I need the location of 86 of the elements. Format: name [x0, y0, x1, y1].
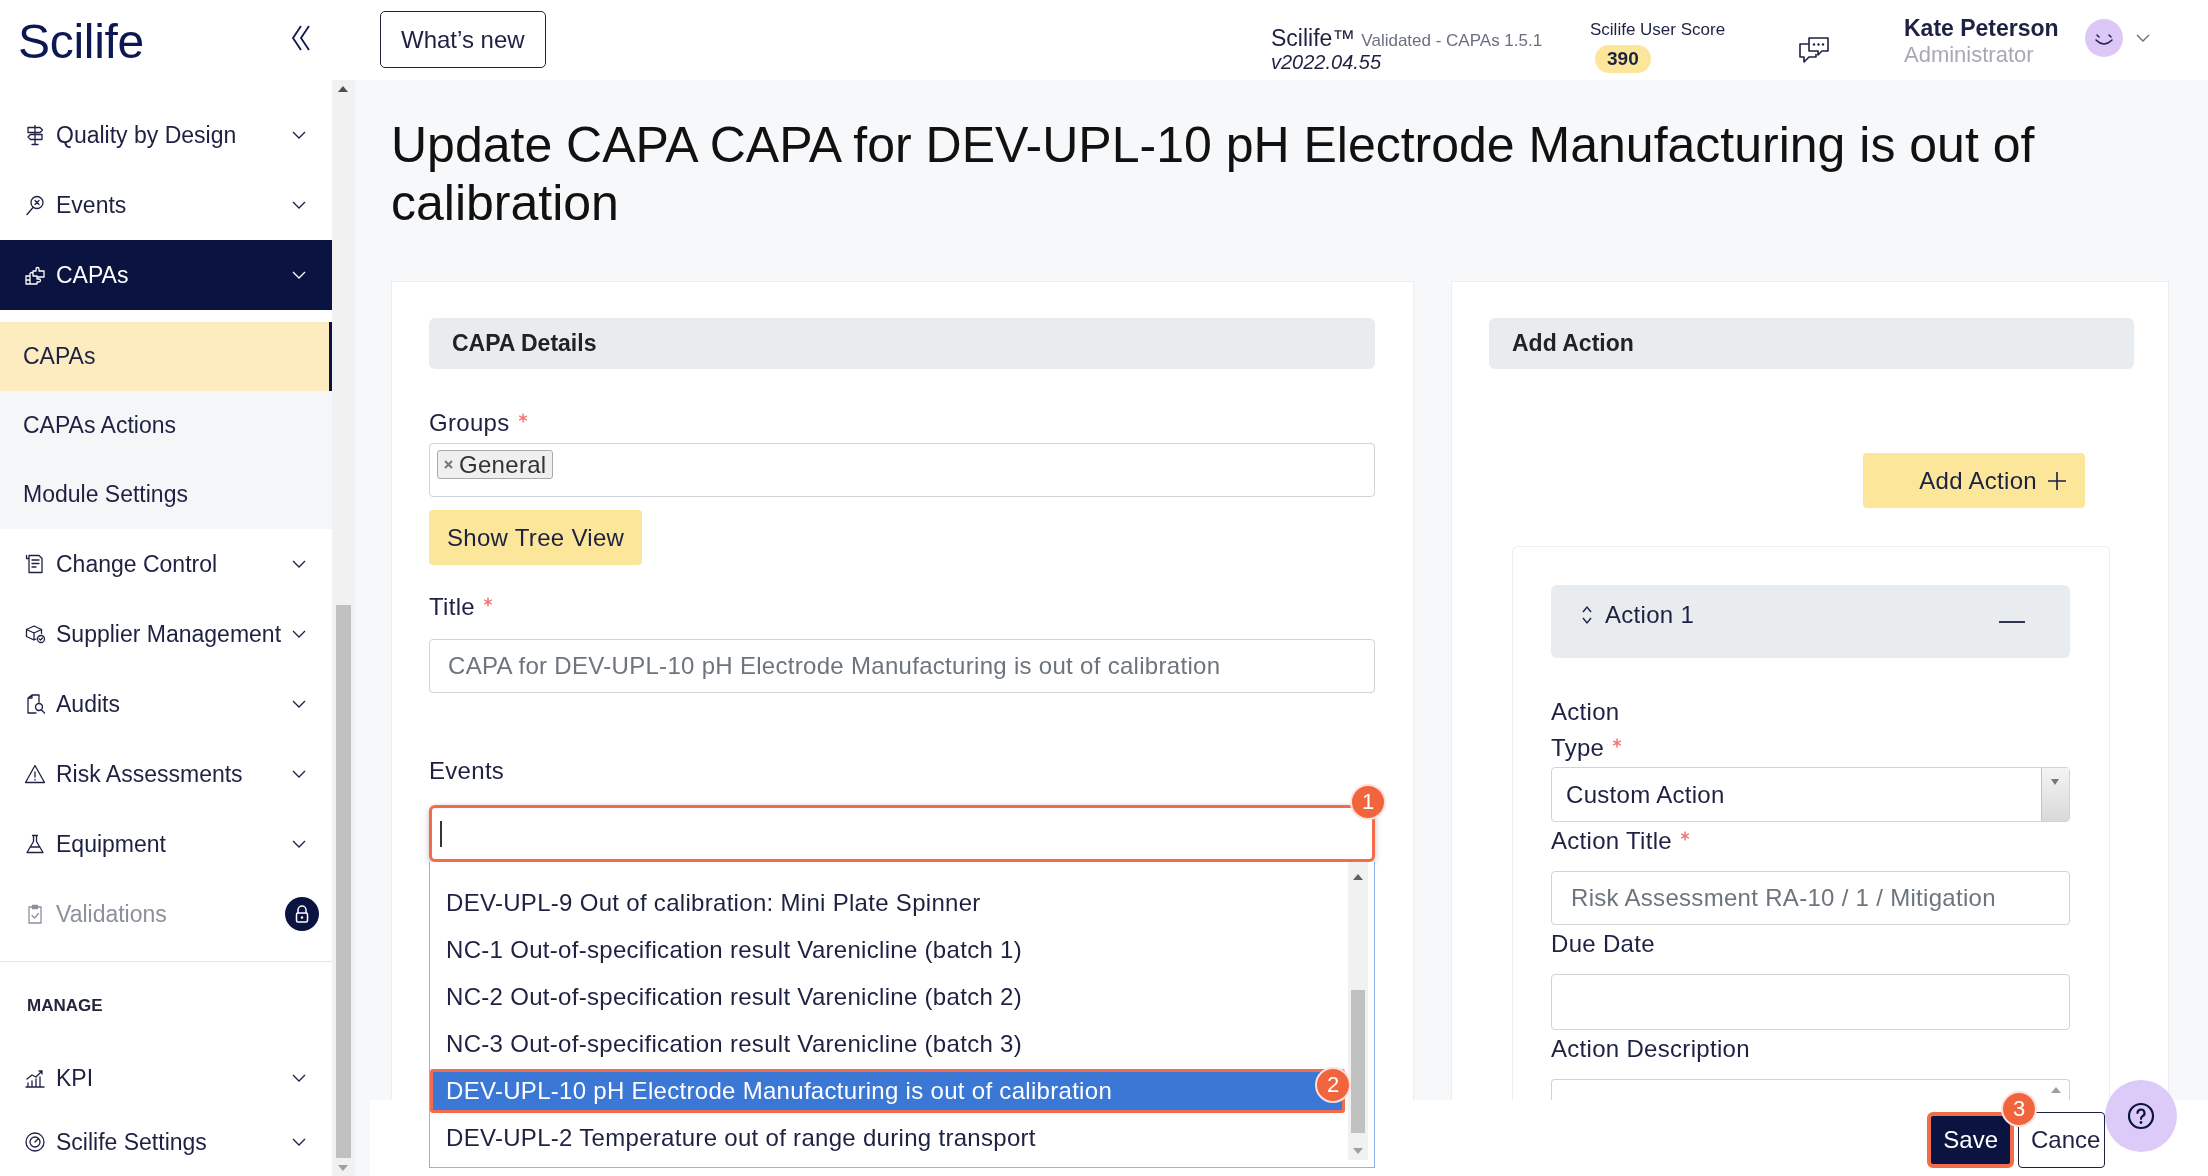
- required-asterisk-icon: [482, 597, 493, 607]
- document-icon: [24, 553, 46, 575]
- required-asterisk-icon: [1680, 831, 1690, 841]
- sidebar-item[interactable]: CAPAs: [0, 240, 332, 310]
- user-role: Administrator: [1904, 42, 2035, 68]
- product-edition: Validated - CAPAs 1.5.1: [1361, 31, 1543, 51]
- map-pin-icon: [24, 194, 46, 216]
- signpost-icon: [24, 124, 46, 146]
- field-label: Action Title: [1551, 828, 1672, 854]
- collapse-sidebar-icon[interactable]: [291, 24, 311, 52]
- section-heading: MANAGE: [26, 995, 104, 1016]
- select-field[interactable]: Custom Action: [1551, 767, 2070, 822]
- chevron-down-icon[interactable]: [292, 769, 306, 779]
- puzzle-icon: [24, 264, 46, 286]
- chat-icon[interactable]: [1798, 36, 1830, 64]
- document-search-icon: [24, 693, 46, 715]
- sidebar-item[interactable]: KPI: [0, 1046, 332, 1110]
- dropdown-option[interactable]: NC-1 Out-of-specification result Varenicline (batch 1): [430, 928, 1345, 972]
- warning-icon: [24, 763, 46, 785]
- user-name: Kate Peterson: [1904, 14, 2060, 42]
- tags-field[interactable]: General: [429, 443, 1375, 497]
- required-asterisk-icon: [517, 413, 528, 423]
- sidebar-item[interactable]: Risk Assessments: [0, 739, 332, 809]
- tag-chip[interactable]: General: [437, 450, 554, 479]
- sidebar-item[interactable]: Supplier Management: [0, 599, 332, 669]
- gauge-icon: [24, 1131, 46, 1153]
- text-cursor-icon: [440, 820, 442, 847]
- sidebar-item[interactable]: Equipment: [0, 809, 332, 879]
- sidebar-item[interactable]: Scilife Settings: [0, 1110, 332, 1174]
- group-label: Action: [1551, 699, 1620, 725]
- chevron-down-icon[interactable]: [292, 1073, 306, 1083]
- chevron-down-icon[interactable]: [292, 559, 306, 569]
- date-field[interactable]: [1551, 974, 2070, 1030]
- field-label: Due Date: [1551, 931, 1655, 957]
- sidebar-subitem[interactable]: CAPAs: [0, 322, 332, 391]
- dropdown-option[interactable]: DEV-UPL-9 Out of calibration: Mini Plate Spinner: [430, 881, 1345, 925]
- chevron-down-icon[interactable]: [292, 699, 306, 709]
- sidebar-item[interactable]: Events: [0, 170, 332, 240]
- accordion-header[interactable]: Action 1: [1551, 585, 2070, 658]
- scrollbar-thumb[interactable]: [336, 605, 351, 1158]
- bar-chart-icon: [24, 1067, 46, 1089]
- sidebar-subitem[interactable]: Module Settings: [0, 460, 332, 529]
- add-action-button[interactable]: Add Action: [1863, 453, 2085, 508]
- chevron-down-icon[interactable]: [292, 629, 306, 639]
- flask-icon: [24, 833, 46, 855]
- package-icon: [24, 623, 46, 645]
- section-header: Add Action: [1489, 318, 2134, 369]
- whats-new-button[interactable]: What’s new: [380, 11, 546, 68]
- sort-icon: [1581, 604, 1593, 626]
- lock-icon: [285, 897, 319, 931]
- caret-down-icon[interactable]: [2136, 34, 2150, 43]
- chevron-down-icon[interactable]: [292, 1137, 306, 1147]
- caret-down-icon: [2041, 768, 2069, 821]
- chevron-down-icon[interactable]: [292, 130, 306, 140]
- field-label: Events: [429, 758, 505, 784]
- save-button[interactable]: Save: [1927, 1112, 2014, 1168]
- sidebar-item[interactable]: Quality by Design: [0, 100, 332, 170]
- field-label: Groups: [429, 410, 510, 436]
- scroll-up-icon[interactable]: [338, 86, 348, 92]
- sidebar-item[interactable]: Audits: [0, 669, 332, 739]
- dropdown-option[interactable]: NC-3 Out-of-specification result Varenicline (batch 3): [430, 1022, 1345, 1066]
- section-header: CAPA Details: [429, 318, 1375, 369]
- field-label: Title: [429, 594, 475, 620]
- show-tree-view-button[interactable]: Show Tree View: [429, 510, 643, 565]
- plus-icon: [2047, 470, 2067, 491]
- chevron-down-icon[interactable]: [292, 200, 306, 210]
- scroll-up-icon[interactable]: [1353, 874, 1363, 880]
- required-asterisk-icon: [1612, 738, 1623, 748]
- field-label: Type: [1551, 735, 1605, 761]
- callout-badge: 1: [1350, 784, 1386, 820]
- score-label: Scilife User Score: [1590, 20, 1726, 40]
- scrollbar-thumb[interactable]: [1351, 990, 1365, 1133]
- dropdown-option[interactable]: NC-2 Out-of-specification result Varenicline (batch 2): [430, 975, 1345, 1019]
- sidebar-subitem[interactable]: CAPAs Actions: [0, 391, 332, 460]
- dropdown-option[interactable]: DEV-UPL-2 Temperature out of range during transport: [430, 1116, 1345, 1160]
- product-name: Scilife™: [1271, 25, 1356, 51]
- score-badge: 390: [1595, 45, 1651, 73]
- logo[interactable]: Scilife: [18, 16, 144, 68]
- sidebar-item[interactable]: Change Control: [0, 529, 332, 599]
- close-icon[interactable]: [444, 460, 453, 469]
- avatar-icon[interactable]: [2085, 19, 2123, 57]
- page-title: Update CAPA CAPA for DEV-UPL-10 pH Electrode Manufacturing is out of calibration: [391, 116, 2036, 232]
- field-label: Action Description: [1551, 1036, 1750, 1062]
- product-version: v2022.04.55: [1271, 51, 1383, 73]
- chevron-down-icon[interactable]: [292, 839, 306, 849]
- help-icon: [2127, 1102, 2155, 1130]
